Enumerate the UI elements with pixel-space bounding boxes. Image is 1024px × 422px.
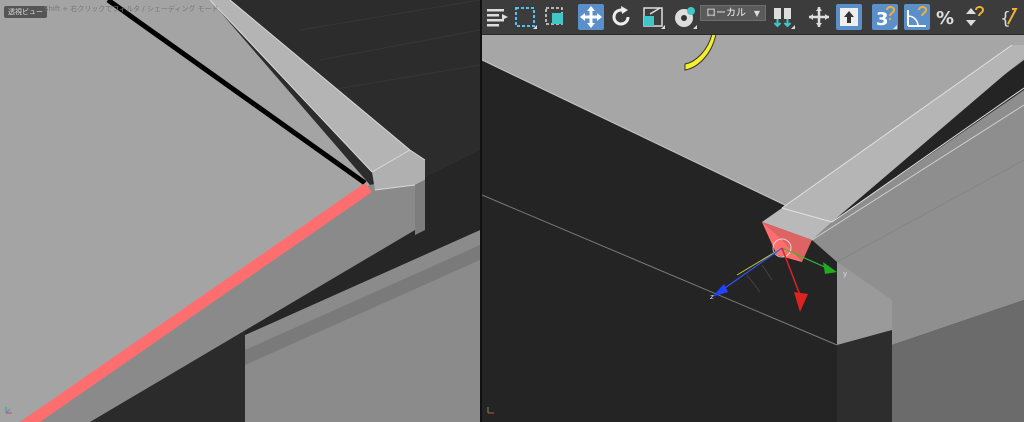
svg-text:%: % [936,8,954,29]
manipulate-icon [809,7,829,27]
angle-snap-icon [907,6,928,27]
list-icon [487,9,508,27]
coordinate-system-value: ローカル [706,8,746,19]
select-and-rotate-button[interactable] [608,4,634,30]
flyout-indicator [533,25,537,29]
angle-snap-toggle-button[interactable] [904,4,930,30]
pivot-point-button[interactable] [770,4,796,30]
placement-button[interactable] [672,4,698,30]
window-crossing-icon [545,7,563,25]
select-by-name-button[interactable] [484,4,510,30]
left-viewport[interactable]: 透視ビュー Shift + 右クリックでフィルタ / シェーディング モード [0,0,480,422]
viewport-hint-text: Shift + 右クリックでフィルタ / シェーディング モード [44,5,219,13]
spinner-icon [966,6,985,26]
right-viewport[interactable]: z y ローカル ▼ 3 % { [482,0,1024,422]
flyout-indicator [661,25,665,29]
select-and-move-button[interactable] [578,4,604,30]
keyboard-shortcut-override-button[interactable] [836,4,862,30]
select-manipulate-button[interactable] [806,4,832,30]
snaps-toggle-button[interactable]: 3 [872,4,898,30]
edit-named-selection-button[interactable]: { [998,4,1024,30]
main-toolbar: ローカル ▼ 3 % { [482,0,1024,35]
selection-region-button[interactable] [512,4,538,30]
flyout-indicator [791,25,795,29]
window-crossing-button[interactable] [542,4,568,30]
rotate-icon [612,6,630,26]
spinner-snap-toggle-button[interactable] [962,4,988,30]
svg-text:3: 3 [876,9,889,30]
move-icon [580,6,602,28]
percent-icon: % [936,8,954,29]
flyout-indicator [893,25,897,29]
select-and-scale-button[interactable] [640,4,666,30]
upload-arrow-icon [840,8,858,26]
viewport-label-button[interactable]: 透視ビュー [4,6,47,18]
flyout-indicator [693,25,697,29]
right-viewport-scene [482,21,1024,422]
braces-icon: { [1000,8,1018,29]
percent-snap-toggle-button[interactable]: % [934,4,960,30]
gizmo-y-label: y [843,270,848,278]
left-viewport-scene [0,0,480,422]
chevron-down-icon: ▼ [753,9,760,18]
svg-text:{: { [1000,9,1011,29]
gizmo-z-label: z [710,293,714,301]
reference-coordinate-system-dropdown[interactable]: ローカル ▼ [700,5,766,21]
